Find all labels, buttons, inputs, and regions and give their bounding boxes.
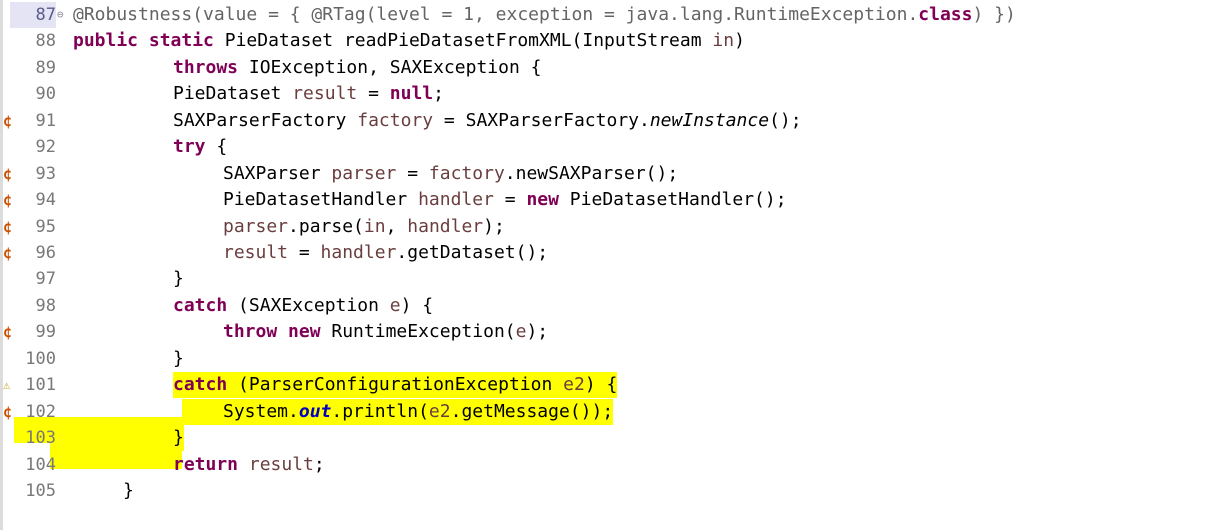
code-line[interactable]: 97 } <box>0 266 1216 292</box>
code-line-highlighted[interactable]: ⚠ 101 catch (ParserConfigurationExceptio… <box>0 372 1216 398</box>
code-line[interactable]: ¢ 99 throw new RuntimeException(e); <box>0 319 1216 345</box>
code-line[interactable]: ¢ 94 PieDatasetHandler handler = new Pie… <box>0 187 1216 213</box>
line-number: 97 <box>35 269 56 289</box>
code-line[interactable]: ¢ 93 SAXParser parser = factory.newSAXPa… <box>0 161 1216 187</box>
line-number: 103 <box>25 428 56 448</box>
code-text: @Robustness(value = { @RTag(level = 1, e… <box>73 4 1016 25</box>
code-line-highlighted[interactable]: ¢ 102 System.out.println(e2.getMessage()… <box>0 399 1216 425</box>
line-number: 91 <box>35 111 56 131</box>
line-number: 90 <box>35 84 56 104</box>
code-text: return result; <box>173 454 325 475</box>
code-text: throw new RuntimeException(e); <box>223 321 549 342</box>
code-line[interactable]: 104 return result; <box>0 452 1216 478</box>
line-number: 96 <box>35 243 56 263</box>
code-line[interactable]: 87 ⊖ @Robustness(value = { @RTag(level =… <box>0 2 1216 28</box>
line-number: 95 <box>35 217 56 237</box>
code-line[interactable]: 98 catch (SAXException e) { <box>0 293 1216 319</box>
line-number: 94 <box>35 190 56 210</box>
code-text: PieDatasetHandler handler = new PieDatas… <box>223 189 787 210</box>
code-text: SAXParser parser = factory.newSAXParser(… <box>223 163 679 184</box>
code-line[interactable]: 89 throws IOException, SAXException { <box>0 55 1216 81</box>
code-text: } <box>173 268 184 289</box>
code-text: } <box>123 480 134 501</box>
line-number: 104 <box>25 455 56 475</box>
line-number: 105 <box>25 481 56 501</box>
code-line[interactable]: 88 public static PieDataset readPieDatas… <box>0 28 1216 54</box>
line-number: 92 <box>35 137 56 157</box>
code-line[interactable]: 92 try { <box>0 134 1216 160</box>
code-text: catch (ParserConfigurationException e2) … <box>173 372 618 398</box>
code-text: } <box>173 348 184 369</box>
line-number: 99 <box>35 322 56 342</box>
code-text: throws IOException, SAXException { <box>173 57 542 78</box>
code-line[interactable]: 100 } <box>0 346 1216 372</box>
code-text: System.out.println(e2.getMessage()); <box>182 399 614 425</box>
code-text: PieDataset result = null; <box>173 83 444 104</box>
code-line[interactable]: ¢ 91 SAXParserFactory factory = SAXParse… <box>0 108 1216 134</box>
line-number: 93 <box>35 164 56 184</box>
code-line[interactable]: 90 PieDataset result = null; <box>0 81 1216 107</box>
code-text: public static PieDataset readPieDatasetF… <box>73 30 745 51</box>
line-number: 100 <box>25 349 56 369</box>
code-text: } <box>173 425 184 451</box>
code-text: SAXParserFactory factory = SAXParserFact… <box>173 110 802 131</box>
fold-collapse-icon[interactable]: ⊖ <box>57 2 64 28</box>
code-line-highlighted[interactable]: 103 } <box>0 425 1216 451</box>
code-text: try { <box>173 136 228 157</box>
line-number: 88 <box>35 31 56 51</box>
code-text: result = handler.getDataset(); <box>223 242 549 263</box>
code-editor[interactable]: 87 ⊖ @Robustness(value = { @RTag(level =… <box>0 0 1216 530</box>
line-number: 89 <box>35 58 56 78</box>
line-number: 87 <box>10 2 56 28</box>
line-number: 98 <box>35 296 56 316</box>
code-text: catch (SAXException e) { <box>173 295 434 316</box>
code-line[interactable]: 105 } <box>0 478 1216 504</box>
code-text: parser.parse(in, handler); <box>223 216 505 237</box>
code-line[interactable]: ¢ 96 result = handler.getDataset(); <box>0 240 1216 266</box>
line-number: 102 <box>25 402 56 422</box>
line-number: 101 <box>25 375 56 395</box>
code-line[interactable]: ¢ 95 parser.parse(in, handler); <box>0 214 1216 240</box>
